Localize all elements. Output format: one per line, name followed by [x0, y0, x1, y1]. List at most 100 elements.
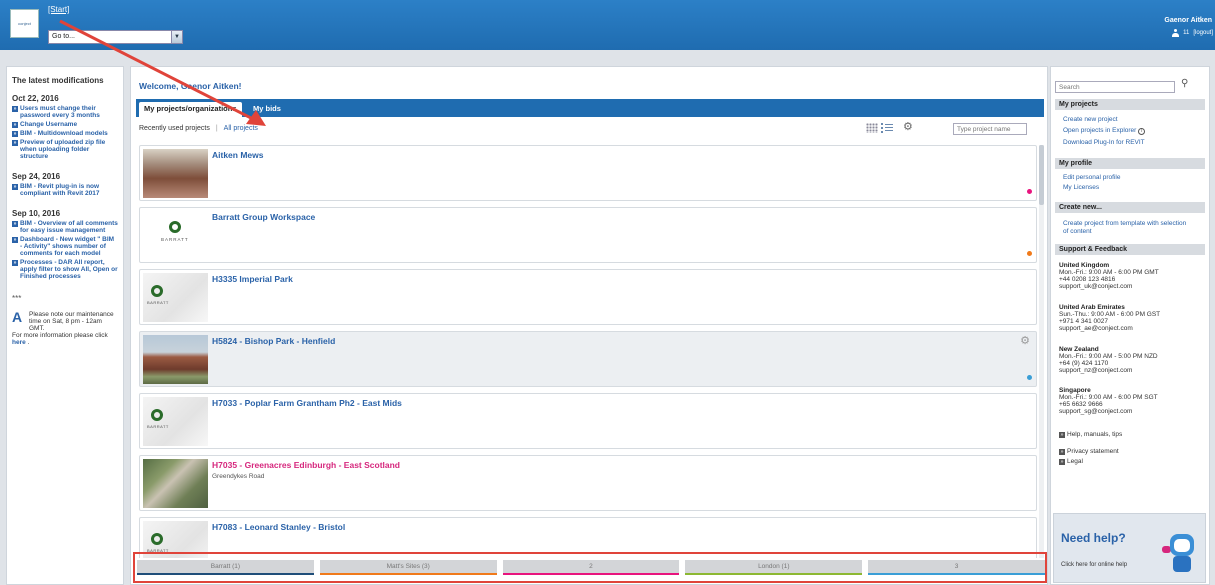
my-projects-header: My projects — [1055, 99, 1205, 110]
news-item-text[interactable]: BIM - Multidownload models — [20, 130, 108, 137]
news-item-text[interactable]: Preview of uploaded zip file when upload… — [20, 139, 118, 160]
news-item[interactable]: » Change Username — [12, 121, 118, 128]
project-name[interactable]: H3335 Imperial Park — [212, 274, 293, 284]
project-name[interactable]: Barratt Group Workspace — [212, 212, 315, 222]
project-subtitle: Greendykes Road — [212, 473, 265, 480]
project-filter-input[interactable] — [953, 123, 1027, 135]
project-card[interactable]: H5824 - Bishop Park - Henfield ⚙ — [139, 331, 1037, 387]
my-licenses-link[interactable]: My Licenses — [1063, 184, 1099, 192]
project-card[interactable]: Aitken Mews — [139, 145, 1037, 201]
project-color-dot — [1027, 189, 1032, 194]
project-thumbnail[interactable] — [143, 149, 208, 198]
tab-bar: My projects/organizations My bids — [136, 99, 1044, 117]
news-item[interactable]: » Preview of uploaded zip file when uploa… — [12, 139, 118, 160]
scrollbar-thumb[interactable] — [1039, 145, 1044, 205]
open-explorer-link[interactable]: Open projects in Explorer — [1063, 127, 1136, 134]
project-thumbnail[interactable]: BARRATT — [143, 273, 208, 322]
contact-email[interactable]: support_ae@conject.com — [1059, 325, 1160, 332]
news-item[interactable]: » BIM - Multidownload models — [12, 130, 118, 137]
legal-row[interactable]: » Legal — [1059, 458, 1083, 465]
download-plugin-link[interactable]: Download Plug-In for REVIT — [1063, 139, 1145, 147]
search-icon[interactable]: ⚲ — [1181, 78, 1188, 89]
bullet-icon: » — [12, 184, 18, 190]
news-item[interactable]: » BIM - Overview of all comments for easy… — [12, 220, 118, 234]
project-card[interactable]: H7035 - Greenacres Edinburgh - East Scot… — [139, 455, 1037, 511]
company-logo[interactable]: conject — [10, 9, 39, 38]
grid-view-icon[interactable] — [866, 123, 878, 133]
maintenance-here-link[interactable]: here — [12, 339, 26, 346]
separator: *** — [12, 294, 22, 303]
help-manuals-link[interactable]: Help, manuals, tips — [1067, 431, 1122, 438]
user-row: 11 [logout] — [1172, 29, 1213, 37]
legal-bullet-icon: » — [1059, 459, 1065, 465]
logout-link[interactable]: [logout] — [1193, 30, 1213, 36]
help-bullet-icon: » — [1059, 432, 1065, 438]
chevron-down-icon[interactable]: ▼ — [171, 31, 182, 43]
project-thumbnail[interactable] — [143, 459, 208, 508]
gear-icon[interactable]: ⚙ — [1020, 336, 1030, 347]
project-name[interactable]: H7083 - Leonard Stanley - Bristol — [212, 522, 345, 532]
barratt-logo-text: BARRATT — [147, 424, 169, 429]
contact-phone: +65 6632 9666 — [1059, 401, 1103, 408]
edit-profile-link[interactable]: Edit personal profile — [1063, 174, 1120, 182]
legal-link[interactable]: Legal — [1067, 458, 1083, 465]
project-subnav: Recently used projects | All projects — [139, 125, 258, 132]
maintenance-more-text: For more information please click — [12, 332, 108, 339]
news-item[interactable]: » Processes - DAR All report, apply filte… — [12, 259, 118, 280]
privacy-row[interactable]: » Privacy statement — [1059, 448, 1119, 455]
news-item-text[interactable]: Dashboard - New widget " BIM - Activity"… — [20, 236, 118, 257]
barratt-logo-icon — [169, 221, 181, 233]
news-item-text[interactable]: BIM - Overview of all comments for easy … — [20, 220, 118, 234]
news-item[interactable]: » BIM - Revit plug-in is now compliant wi… — [12, 183, 118, 197]
maintenance-notice: A Please note our maintenance time on Sa… — [12, 309, 118, 332]
info-icon[interactable]: i — [1138, 128, 1146, 135]
project-thumbnail[interactable] — [143, 335, 208, 384]
contact-email[interactable]: support_sg@conject.com — [1059, 408, 1158, 415]
project-name[interactable]: H5824 - Bishop Park - Henfield — [212, 336, 335, 346]
project-name[interactable]: H7033 - Poplar Farm Grantham Ph2 - East … — [212, 398, 402, 408]
news-item-text[interactable]: Change Username — [20, 121, 77, 128]
contact-email[interactable]: support_uk@conject.com — [1059, 283, 1159, 290]
project-thumbnail[interactable]: BARRATT — [143, 211, 208, 260]
tab-my-projects[interactable]: My projects/organizations — [139, 102, 242, 117]
contact-email[interactable]: support_nz@conject.com — [1059, 367, 1158, 374]
all-projects-link[interactable]: All projects — [224, 125, 258, 132]
start-link[interactable]: [Start] — [48, 5, 69, 14]
project-card[interactable]: BARRATT H3335 Imperial Park — [139, 269, 1037, 325]
news-item[interactable]: » Dashboard - New widget " BIM - Activity… — [12, 236, 118, 257]
list-view-icon[interactable] — [881, 123, 893, 133]
news-item-text[interactable]: BIM - Revit plug-in is now compliant wit… — [20, 183, 118, 197]
conject-a-icon: A — [12, 309, 23, 325]
create-from-template-link[interactable]: Create project from template with select… — [1063, 220, 1193, 236]
user-count: 11 — [1183, 30, 1190, 36]
news-item[interactable]: » Users must change their password every … — [12, 105, 118, 119]
project-card[interactable]: BARRATT Barratt Group Workspace — [139, 207, 1037, 263]
project-thumbnail[interactable]: BARRATT — [143, 397, 208, 446]
privacy-bullet-icon: » — [1059, 449, 1065, 455]
gear-icon[interactable]: ⚙ — [903, 122, 913, 133]
recently-used-label[interactable]: Recently used projects — [139, 125, 210, 132]
need-help-banner[interactable]: Need help? Click here for online help — [1053, 513, 1206, 583]
news-groups: Oct 22, 2016» Users must change their pas… — [12, 94, 118, 280]
project-card[interactable]: BARRATT H7033 - Poplar Farm Grantham Ph2 … — [139, 393, 1037, 449]
user-name: Gaenor Aitken — [1164, 17, 1212, 24]
contact-hours: Mon.-Fri.: 9:00 AM - 6:00 PM GMT — [1059, 269, 1159, 276]
goto-select[interactable]: Go to... ▼ — [48, 30, 183, 44]
main-panel: Welcome, Gaenor Aitken! My projects/orga… — [130, 66, 1048, 585]
news-item-text[interactable]: Processes - DAR All report, apply filter… — [20, 259, 118, 280]
project-name[interactable]: H7035 - Greenacres Edinburgh - East Scot… — [212, 460, 400, 470]
privacy-link[interactable]: Privacy statement — [1067, 448, 1119, 455]
help-manuals-row[interactable]: » Help, manuals, tips — [1059, 431, 1122, 438]
maintenance-text: Please note our maintenance time on Sat,… — [29, 311, 114, 332]
tab-my-bids[interactable]: My bids — [248, 102, 286, 117]
project-name[interactable]: Aitken Mews — [212, 150, 264, 160]
news-item-text[interactable]: Users must change their password every 3… — [20, 105, 118, 119]
contact-hours: Sun.-Thu.: 9:00 AM - 6:00 PM GST — [1059, 311, 1161, 318]
create-new-project-link[interactable]: Create new project — [1063, 116, 1118, 124]
search-input[interactable] — [1055, 81, 1175, 93]
contact-phone: +64 (9) 424 1170 — [1059, 360, 1109, 367]
bullet-icon: » — [12, 221, 18, 227]
scrollbar[interactable] — [1039, 145, 1044, 558]
bullet-icon: » — [12, 260, 18, 266]
user-icon — [1172, 29, 1180, 37]
